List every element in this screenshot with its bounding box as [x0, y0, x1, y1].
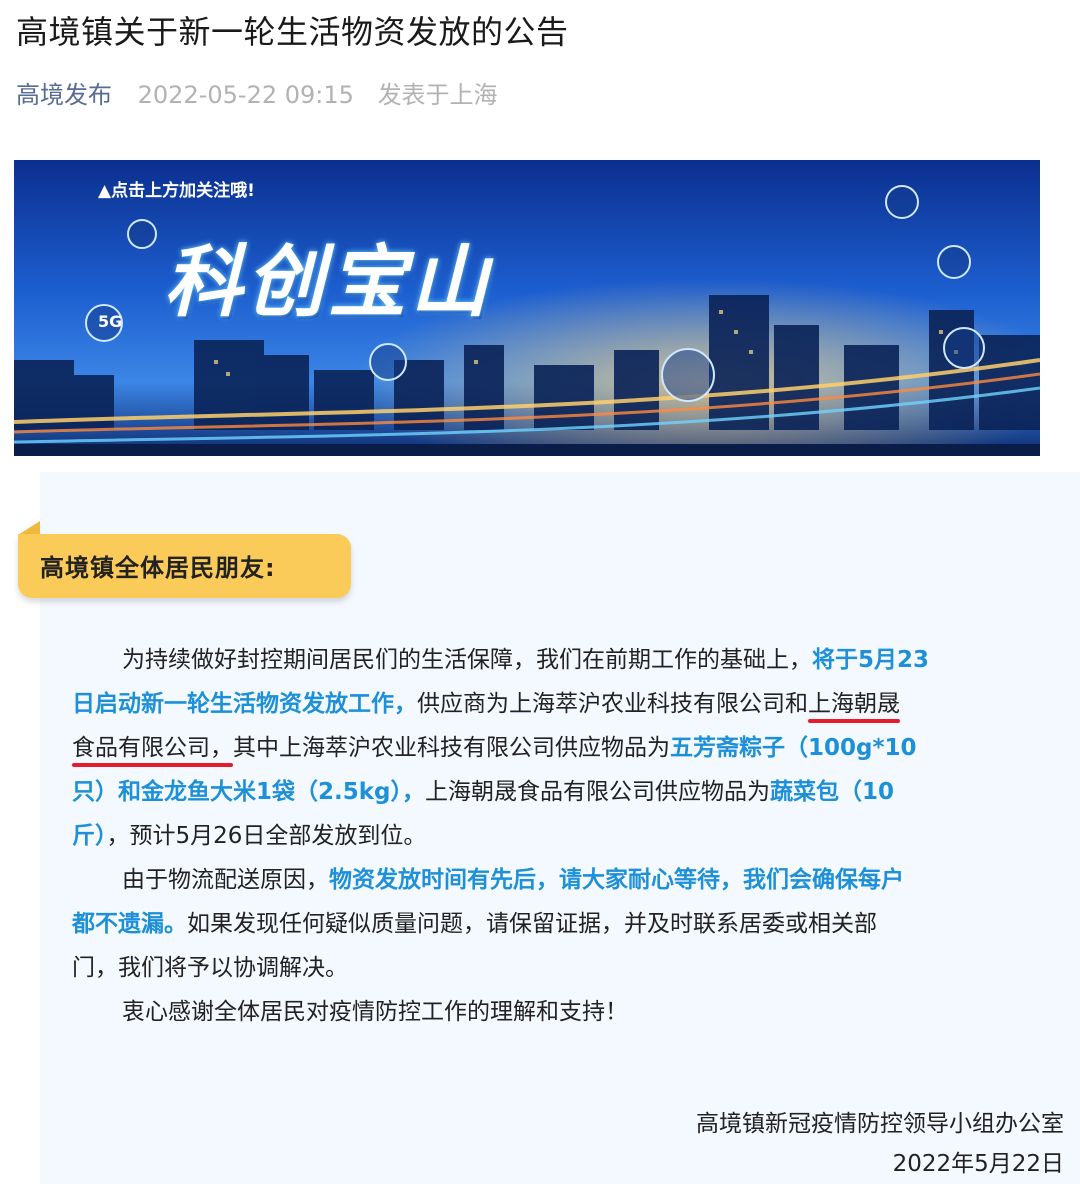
article-title: 高境镇关于新一轮生活物资发放的公告: [16, 13, 569, 51]
article-meta: 高境发布 2022-05-22 09:15 发表于上海: [16, 78, 498, 112]
banner-image[interactable]: ▲点击上方加关注哦! 5G 科创宝山: [14, 160, 1040, 456]
highlighted-text: 都不遗漏。: [72, 911, 187, 937]
highlighted-text: 只）和金龙鱼大米1袋（2.5kg），: [72, 779, 426, 805]
text-run: 为持续做好封控期间居民们的生活保障，我们在前期工作的基础上，: [122, 647, 812, 673]
highlighted-text: 斤）: [72, 823, 107, 849]
salutation-text: 高境镇全体居民朋友:: [40, 554, 276, 582]
5g-icon: 5G: [98, 312, 123, 331]
publish-location: 发表于上海: [377, 81, 498, 109]
text-run: 门，我们将予以协调解决。: [72, 955, 348, 981]
paragraph-line: 由于物流配送原因，物资发放时间有先后，请大家耐心等待，我们会确保每户: [72, 858, 1070, 902]
salutation-tag-fold: [18, 521, 40, 535]
paragraph-line: 为持续做好封控期间居民们的生活保障，我们在前期工作的基础上，将于5月23: [72, 638, 1070, 682]
paragraph-line: 只）和金龙鱼大米1袋（2.5kg），上海朝晟食品有限公司供应物品为蔬菜包（10: [72, 770, 1070, 814]
signature-date: 2022年5月22日: [892, 1151, 1064, 1177]
text-run: 如果发现任何疑似质量问题，请保留证据，并及时联系居委或相关部: [187, 911, 877, 937]
follow-prompt: ▲点击上方加关注哦!: [98, 181, 255, 201]
highlighted-text: 五芳斋粽子（100g*10: [670, 735, 917, 761]
signature-block: 高境镇新冠疫情防控领导小组办公室 2022年5月22日: [696, 1104, 1064, 1184]
text-run: 衷心感谢全体居民对疫情防控工作的理解和支持！: [122, 999, 628, 1025]
banner-title: 科创宝山: [164, 238, 493, 328]
paragraph-line: 日启动新一轮生活物资发放工作，供应商为上海萃沪农业科技有限公司和上海朝晟: [72, 682, 1070, 726]
text-run: 由于物流配送原因，: [122, 867, 329, 893]
paragraph-line: 食品有限公司，其中上海萃沪农业科技有限公司供应物品为五芳斋粽子（100g*10: [72, 726, 1070, 770]
text-run: ，预计5月26日全部发放到位。: [106, 823, 427, 849]
highlighted-text: 日启动新一轮生活物资发放工作，: [72, 691, 417, 717]
highlighted-text: 物资发放时间有先后，请大家耐心等待，我们会确保每户: [329, 867, 904, 893]
paragraph-line: 衷心感谢全体居民对疫情防控工作的理解和支持！: [72, 990, 1070, 1034]
letter-body: 为持续做好封控期间居民们的生活保障，我们在前期工作的基础上，将于5月23 日启动…: [72, 638, 1070, 1034]
salutation-tag: 高境镇全体居民朋友:: [18, 534, 351, 598]
text-run: 供应商为上海萃沪农业科技有限公司和: [417, 691, 808, 717]
text-run: 上海朝晟食品有限公司供应物品为: [425, 779, 771, 805]
underlined-supplier: 食品有限公司，: [72, 735, 233, 761]
paragraph-line: 门，我们将予以协调解决。: [72, 946, 1070, 990]
publish-date: 2022-05-22 09:15: [137, 81, 354, 109]
paragraph-line: 都不遗漏。如果发现任何疑似质量问题，请保留证据，并及时联系居委或相关部: [72, 902, 1070, 946]
highlighted-text: 蔬菜包（10: [770, 779, 895, 805]
paragraph-line: 斤），预计5月26日全部发放到位。: [72, 814, 1070, 858]
text-run: 其中上海萃沪农业科技有限公司供应物品为: [233, 735, 670, 761]
highlighted-text: 将于5月23: [812, 647, 930, 673]
author-link[interactable]: 高境发布: [16, 81, 112, 109]
signature-org: 高境镇新冠疫情防控领导小组办公室: [696, 1111, 1064, 1137]
underlined-supplier: 上海朝晟: [808, 691, 900, 717]
